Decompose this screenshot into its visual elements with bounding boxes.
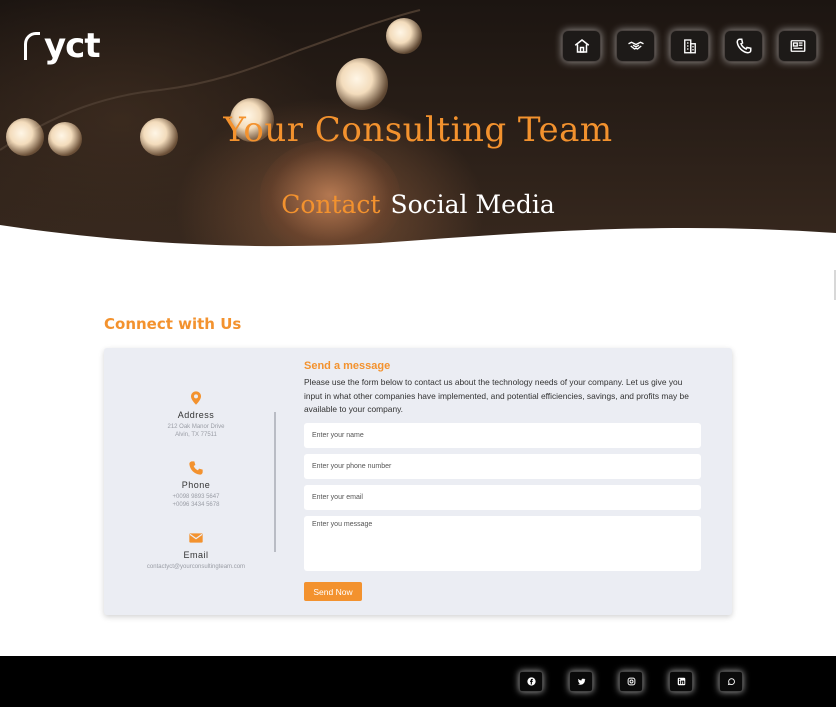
phone-icon bbox=[189, 461, 203, 475]
message-field[interactable]: Enter you message bbox=[304, 516, 701, 571]
newspaper-icon bbox=[790, 40, 805, 52]
logo-arc-icon bbox=[24, 32, 40, 60]
phone-info: Phone +0098 9893 5647 +0096 3434 5678 bbox=[130, 460, 262, 509]
building-icon bbox=[683, 39, 696, 54]
address-line-1: 212 Oak Manor Drive bbox=[167, 424, 225, 430]
phone-field[interactable]: Enter your phone number bbox=[304, 454, 701, 479]
handshake-icon bbox=[627, 41, 644, 50]
social-links bbox=[519, 671, 743, 692]
home-icon bbox=[574, 39, 589, 53]
logo[interactable]: yct bbox=[24, 26, 101, 66]
footer bbox=[0, 656, 836, 707]
instagram-link[interactable] bbox=[619, 671, 643, 692]
phone-label: Phone bbox=[181, 480, 211, 490]
address-info: Address 212 Oak Manor Drive Alvin, TX 77… bbox=[130, 390, 262, 439]
light-bulb bbox=[386, 18, 422, 54]
light-bulb bbox=[336, 58, 388, 110]
email-field[interactable]: Enter your email bbox=[304, 485, 701, 510]
nav-home-button[interactable] bbox=[562, 30, 601, 62]
whatsapp-link[interactable] bbox=[719, 671, 743, 692]
whatsapp-icon bbox=[727, 678, 735, 686]
hero-wave-divider bbox=[0, 225, 836, 272]
facebook-link[interactable] bbox=[519, 671, 543, 692]
name-field[interactable]: Enter your name bbox=[304, 423, 701, 448]
form-title: Send a message bbox=[304, 360, 391, 372]
logo-text: yct bbox=[44, 26, 101, 66]
address-line-2: Alvin, TX 77511 bbox=[175, 432, 217, 438]
nav-services-button[interactable] bbox=[616, 30, 655, 62]
email-address[interactable]: contactyct@yourconsultingteam.com bbox=[130, 563, 262, 571]
nav-news-button[interactable] bbox=[778, 30, 817, 62]
top-nav bbox=[562, 30, 817, 62]
hero-banner: yct Your Consulting Team Contact Social M… bbox=[0, 0, 836, 272]
nav-about-button[interactable] bbox=[670, 30, 709, 62]
envelope-icon bbox=[189, 533, 203, 543]
linkedin-icon bbox=[677, 677, 685, 686]
contact-card: Address 212 Oak Manor Drive Alvin, TX 77… bbox=[104, 348, 732, 615]
hero-title: Your Consulting Team bbox=[223, 110, 613, 150]
facebook-icon bbox=[526, 677, 536, 686]
form-description: Please use the form below to contact us … bbox=[304, 377, 689, 414]
send-now-button[interactable]: Send Now bbox=[304, 582, 362, 601]
phone-line-2[interactable]: +0096 3434 5678 bbox=[130, 501, 262, 509]
instagram-icon bbox=[627, 677, 635, 686]
email-label: Email bbox=[183, 550, 209, 560]
email-info: Email contactyct@yourconsultingteam.com bbox=[130, 530, 262, 571]
nav-contact-button[interactable] bbox=[724, 30, 763, 62]
linkedin-link[interactable] bbox=[669, 671, 693, 692]
phone-line-1[interactable]: +0098 9893 5647 bbox=[130, 493, 262, 501]
connect-title: Connect with Us bbox=[104, 315, 242, 333]
twitter-icon bbox=[577, 678, 585, 685]
address-label: Address bbox=[177, 410, 215, 420]
twitter-link[interactable] bbox=[569, 671, 593, 692]
info-divider bbox=[274, 412, 276, 552]
phone-icon bbox=[735, 38, 751, 54]
map-pin-icon bbox=[191, 391, 201, 405]
